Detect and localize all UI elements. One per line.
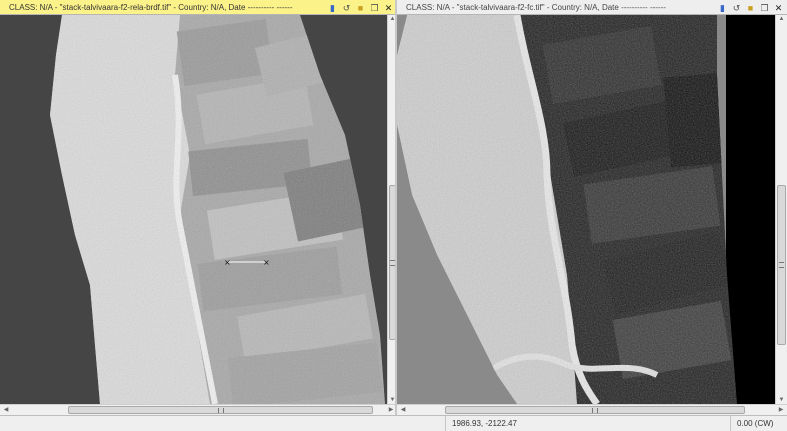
right-vertical-scrollbar[interactable]: ▲ ▼ [775,15,787,404]
scroll-right-icon[interactable]: ▶ [777,405,785,415]
close-icon[interactable]: ✕ [384,3,393,13]
rotation-readout: 0.00 (CW) [730,416,787,431]
scroll-left-icon[interactable]: ◀ [399,405,407,415]
right-horizontal-scroll-thumb[interactable] [445,406,745,414]
scroll-up-icon[interactable]: ▲ [776,15,787,23]
right-pane-titlebar[interactable]: CLASS: N/A - "stack-talvivaara-f2-fc.tif… [397,0,787,15]
scroll-down-icon[interactable]: ▼ [776,396,787,404]
restore-icon[interactable]: ❐ [370,3,379,13]
scroll-left-icon[interactable]: ◀ [2,405,10,415]
right-vertical-scroll-thumb[interactable] [777,185,786,345]
export-icon[interactable]: ■ [746,3,755,13]
status-bar: 1986.93, -2122.47 0.00 (CW) [0,415,787,431]
close-icon[interactable]: ✕ [774,3,783,13]
right-raster-image [397,15,775,404]
left-image-canvas[interactable]: × × [0,15,387,404]
left-horizontal-scroll-thumb[interactable] [68,406,373,414]
export-icon[interactable]: ■ [356,3,365,13]
left-pane-toolbar: ▮ ↺ ■ ❐ ✕ [328,0,393,14]
right-pane-toolbar: ▮ ↺ ■ ❐ ✕ [718,0,783,14]
right-pane-title: CLASS: N/A - "stack-talvivaara-f2-fc.tif… [406,3,666,12]
restore-icon[interactable]: ❐ [760,3,769,13]
right-image-pane[interactable]: CLASS: N/A - "stack-talvivaara-f2-fc.tif… [397,0,787,415]
right-nodata-strip [726,15,775,404]
right-horizontal-scrollbar[interactable]: ◀ ▶ [397,404,787,415]
left-horizontal-scrollbar[interactable]: ◀ ▶ [0,404,397,415]
sync-icon[interactable]: ↺ [342,3,351,13]
scroll-right-icon[interactable]: ▶ [387,405,395,415]
left-pane-title: CLASS: N/A - "stack-talvivaara-f2-rela-b… [9,3,293,12]
sync-icon[interactable]: ↺ [732,3,741,13]
pin-icon[interactable]: ▮ [718,3,727,13]
cursor-coordinates: 1986.93, -2122.47 [445,416,730,431]
right-image-canvas[interactable] [397,15,775,404]
left-pane-titlebar[interactable]: CLASS: N/A - "stack-talvivaara-f2-rela-b… [0,0,397,15]
pin-icon[interactable]: ▮ [328,3,337,13]
svg-text:×: × [224,258,231,267]
left-raster-image: × × [50,15,385,404]
image-viewer-app: CLASS: N/A - "stack-talvivaara-f2-rela-b… [0,0,787,431]
svg-text:×: × [263,258,270,267]
left-image-pane[interactable]: CLASS: N/A - "stack-talvivaara-f2-rela-b… [0,0,397,415]
